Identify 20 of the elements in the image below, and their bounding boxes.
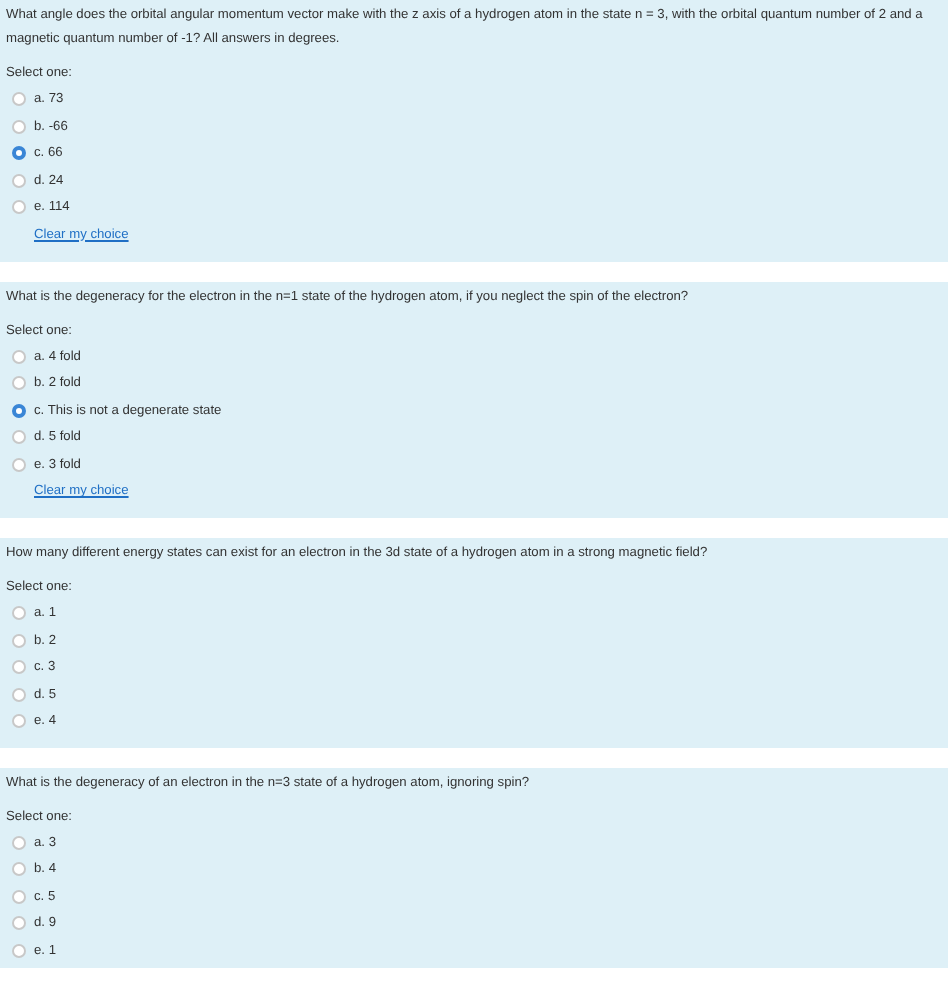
- radio-button[interactable]: [12, 403, 26, 418]
- radio-button[interactable]: [12, 687, 26, 702]
- radio-button[interactable]: [12, 660, 26, 675]
- radio-button[interactable]: [12, 889, 26, 904]
- radio-button[interactable]: [12, 943, 26, 958]
- radio-button[interactable]: [12, 606, 26, 621]
- radio-button[interactable]: [12, 349, 26, 364]
- radio-button[interactable]: [12, 862, 26, 877]
- radio-button[interactable]: [12, 457, 26, 472]
- radio-button[interactable]: [12, 430, 26, 445]
- radio-button[interactable]: [12, 119, 26, 134]
- radio-button[interactable]: [12, 92, 26, 107]
- radio-button[interactable]: [12, 835, 26, 850]
- radio-button[interactable]: [12, 714, 26, 729]
- radio-button[interactable]: [12, 173, 26, 188]
- radio-button[interactable]: [12, 200, 26, 215]
- radio-button[interactable]: [12, 146, 26, 161]
- radio-button[interactable]: [12, 633, 26, 648]
- radio-button[interactable]: [12, 376, 26, 391]
- radio-button[interactable]: [12, 916, 26, 931]
